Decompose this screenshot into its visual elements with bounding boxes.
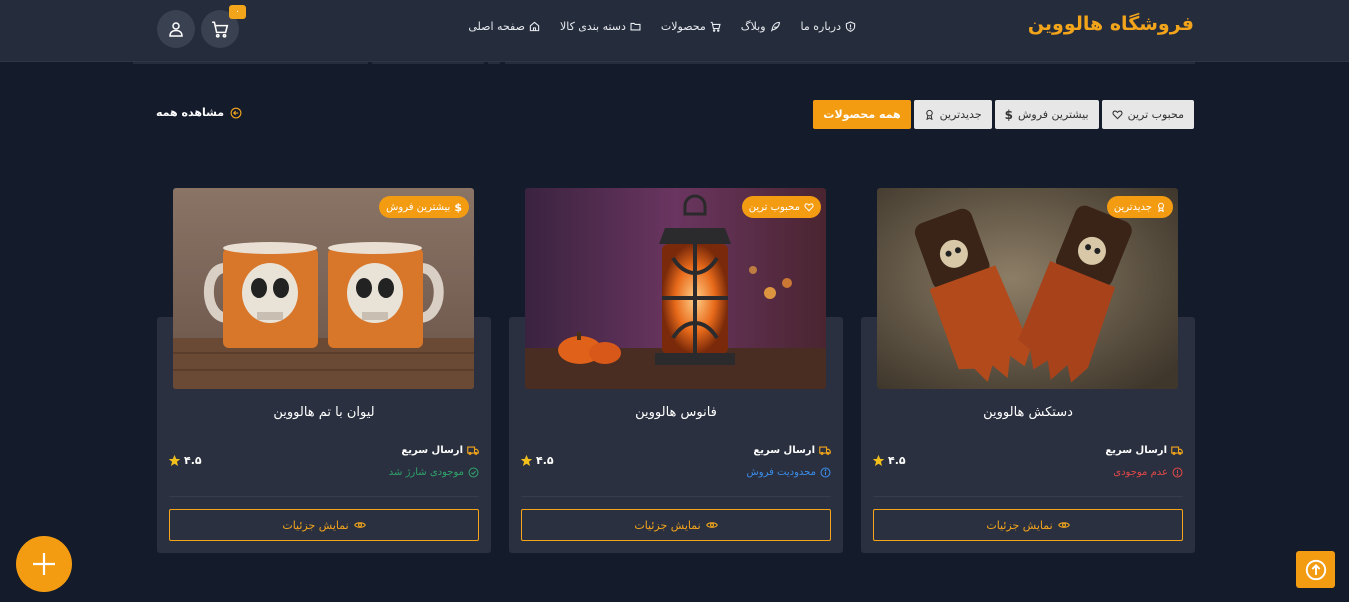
nav-item-home[interactable]: صفحه اصلی xyxy=(468,20,540,33)
nav-item-about[interactable]: درباره ما xyxy=(801,20,856,33)
tab-all-products[interactable]: همه محصولات xyxy=(813,100,911,129)
add-floating-button[interactable] xyxy=(16,536,72,592)
tab-label: جدیدترین xyxy=(939,108,982,121)
award-icon xyxy=(1158,202,1164,212)
header-underline xyxy=(133,62,368,64)
folder-icon xyxy=(630,22,641,31)
site-logo[interactable]: فروشگاه هالووین xyxy=(1028,13,1194,35)
product-rating: ۴.۵ xyxy=(520,454,554,467)
show-details-button[interactable]: نمایش جزئیات xyxy=(169,509,479,541)
user-button[interactable] xyxy=(157,10,195,48)
stock-label: موجودی شارژ شد xyxy=(388,467,464,478)
header-underline xyxy=(505,62,1195,64)
product-title[interactable]: فانوس هالووین xyxy=(509,405,843,420)
heart-icon xyxy=(1112,110,1123,120)
shipping-info: ارسال سریع xyxy=(401,444,479,456)
nav-label: دسته بندی کالا xyxy=(559,20,626,33)
star-icon xyxy=(520,454,533,467)
button-label: نمایش جزئیات xyxy=(282,518,349,532)
shield-icon xyxy=(845,21,856,32)
plus-icon xyxy=(33,553,55,575)
check-circle-icon xyxy=(468,467,479,478)
stock-status: محدودیت فروش xyxy=(747,467,831,478)
rating-value: ۴.۵ xyxy=(184,454,202,467)
tag-label: محبوب ترین xyxy=(748,201,800,213)
tag-label: بیشترین فروش xyxy=(386,201,451,213)
eye-icon xyxy=(1057,522,1070,528)
product-title[interactable]: دستکش هالووین xyxy=(861,405,1195,420)
truck-icon xyxy=(1171,446,1183,455)
product-tag-badge: محبوب ترین xyxy=(741,196,821,218)
heart-icon xyxy=(804,203,814,212)
product-title[interactable]: لیوان با تم هالووین xyxy=(157,405,491,420)
shipping-info: ارسال سریع xyxy=(753,444,831,456)
tag-label: جدیدترین xyxy=(1113,201,1152,213)
tab-newest[interactable]: جدیدترین xyxy=(913,100,992,129)
view-all-link[interactable]: مشاهده همه xyxy=(156,106,242,119)
product-tag-badge: $ بیشترین فروش xyxy=(379,196,469,218)
product-tag-badge: جدیدترین xyxy=(1106,196,1173,218)
dollar-icon: $ xyxy=(454,200,462,214)
eye-icon xyxy=(353,522,366,528)
truck-icon xyxy=(819,446,831,455)
button-label: نمایش جزئیات xyxy=(634,518,701,532)
view-all-label: مشاهده همه xyxy=(156,106,225,119)
stock-status: عدم موجودی xyxy=(1113,467,1183,478)
shipping-label: ارسال سریع xyxy=(753,444,815,456)
button-label: نمایش جزئیات xyxy=(986,518,1053,532)
dollar-icon: $ xyxy=(1004,107,1013,122)
stock-status: موجودی شارژ شد xyxy=(389,467,479,478)
nav-label: وبلاگ xyxy=(740,20,766,33)
show-details-button[interactable]: نمایش جزئیات xyxy=(873,509,1183,541)
home-icon xyxy=(529,21,540,32)
header-underline xyxy=(372,62,484,64)
cart-count-badge: ۰ xyxy=(229,5,246,19)
cart-icon xyxy=(710,21,721,32)
card-divider xyxy=(169,496,479,497)
product-rating: ۴.۵ xyxy=(872,454,906,467)
rating-value: ۴.۵ xyxy=(536,454,554,467)
shipping-label: ارسال سریع xyxy=(1105,444,1167,456)
shipping-label: ارسال سریع xyxy=(401,444,463,456)
product-filter-tabs: همه محصولات جدیدترین بیشترین فروش $ محبو… xyxy=(813,100,1194,129)
product-image-mugs[interactable]: $ بیشترین فروش xyxy=(173,188,474,389)
stock-label: عدم موجودی xyxy=(1113,467,1168,478)
nav-item-categories[interactable]: دسته بندی کالا xyxy=(560,20,641,33)
star-icon xyxy=(168,454,181,467)
alert-circle-icon xyxy=(1172,467,1183,478)
arrow-left-circle-icon xyxy=(230,107,242,118)
feather-icon xyxy=(770,21,780,32)
tab-label: همه محصولات xyxy=(823,108,901,121)
main-nav: صفحه اصلی دسته بندی کالا محصولات وبلاگ د… xyxy=(468,20,856,33)
product-image-gloves[interactable]: جدیدترین xyxy=(877,188,1178,389)
scroll-to-top-button[interactable] xyxy=(1296,551,1335,588)
card-divider xyxy=(873,496,1183,497)
nav-label: محصولات xyxy=(660,20,706,33)
tab-label: محبوب ترین xyxy=(1127,108,1184,121)
nav-item-products[interactable]: محصولات xyxy=(661,20,721,33)
tab-bestselling[interactable]: بیشترین فروش $ xyxy=(994,100,1099,129)
star-icon xyxy=(872,454,885,467)
award-icon xyxy=(925,109,933,120)
nav-item-blog[interactable]: وبلاگ xyxy=(741,20,781,33)
eye-icon xyxy=(705,522,718,528)
nav-label: صفحه اصلی xyxy=(468,20,525,33)
arrow-up-circle-icon xyxy=(1305,559,1326,580)
top-header: فروشگاه هالووین صفحه اصلی دسته بندی کالا… xyxy=(0,0,1349,62)
card-divider xyxy=(521,496,831,497)
show-details-button[interactable]: نمایش جزئیات xyxy=(521,509,831,541)
cart-icon xyxy=(212,21,229,38)
nav-label: درباره ما xyxy=(800,20,841,33)
info-circle-icon xyxy=(820,467,831,478)
tab-popular[interactable]: محبوب ترین xyxy=(1101,100,1194,129)
header-underline xyxy=(488,62,500,64)
product-rating: ۴.۵ xyxy=(168,454,202,467)
truck-icon xyxy=(467,446,479,455)
shipping-info: ارسال سریع xyxy=(1105,444,1183,456)
stock-label: محدودیت فروش xyxy=(746,467,816,478)
user-icon xyxy=(169,22,183,37)
tab-label: بیشترین فروش xyxy=(1017,108,1089,121)
product-image-lantern[interactable]: محبوب ترین xyxy=(525,188,826,389)
rating-value: ۴.۵ xyxy=(888,454,906,467)
